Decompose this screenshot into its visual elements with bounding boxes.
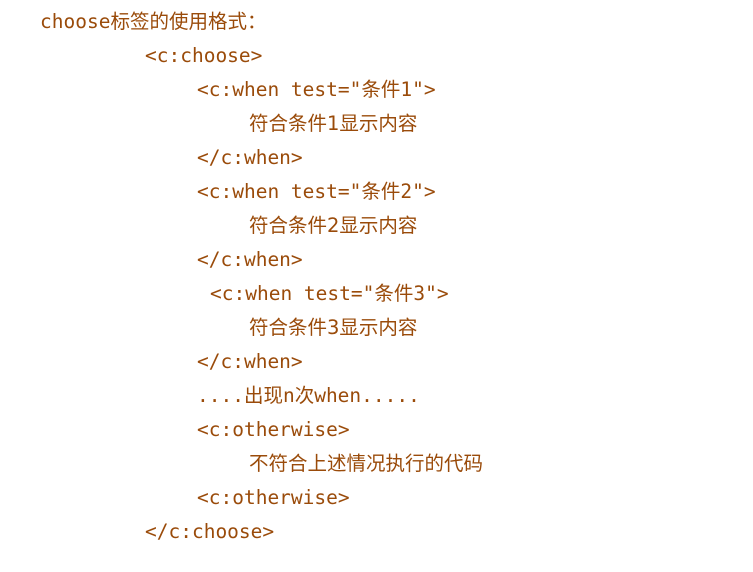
code-line-when-3-close: </c:when> <box>197 350 303 373</box>
code-snippet: choose标签的使用格式： <c:choose> <c:when test="… <box>0 0 753 572</box>
code-line-when-3-content: 符合条件3显示内容 <box>249 316 418 339</box>
code-line-when-2-close: </c:when> <box>197 248 303 271</box>
code-line-when-1-content: 符合条件1显示内容 <box>249 112 418 135</box>
code-line-when-1-open: <c:when test="条件1"> <box>197 78 436 101</box>
code-line-otherwise-open: <c:otherwise> <box>197 418 350 441</box>
code-line-choose-open: <c:choose> <box>145 44 263 67</box>
code-line-when-1-close: </c:when> <box>197 146 303 169</box>
code-line-choose-close: </c:choose> <box>145 520 275 543</box>
code-line-when-2-open: <c:when test="条件2"> <box>197 180 436 203</box>
code-line-when-2-content: 符合条件2显示内容 <box>249 214 418 237</box>
code-line-when-3-open: <c:when test="条件3"> <box>210 282 449 305</box>
code-line-otherwise-content: 不符合上述情况执行的代码 <box>249 452 484 475</box>
code-line-otherwise-close: <c:otherwise> <box>197 486 350 509</box>
heading: choose标签的使用格式： <box>40 10 267 33</box>
code-line-ellipsis-note: ....出现n次when..... <box>197 384 420 407</box>
